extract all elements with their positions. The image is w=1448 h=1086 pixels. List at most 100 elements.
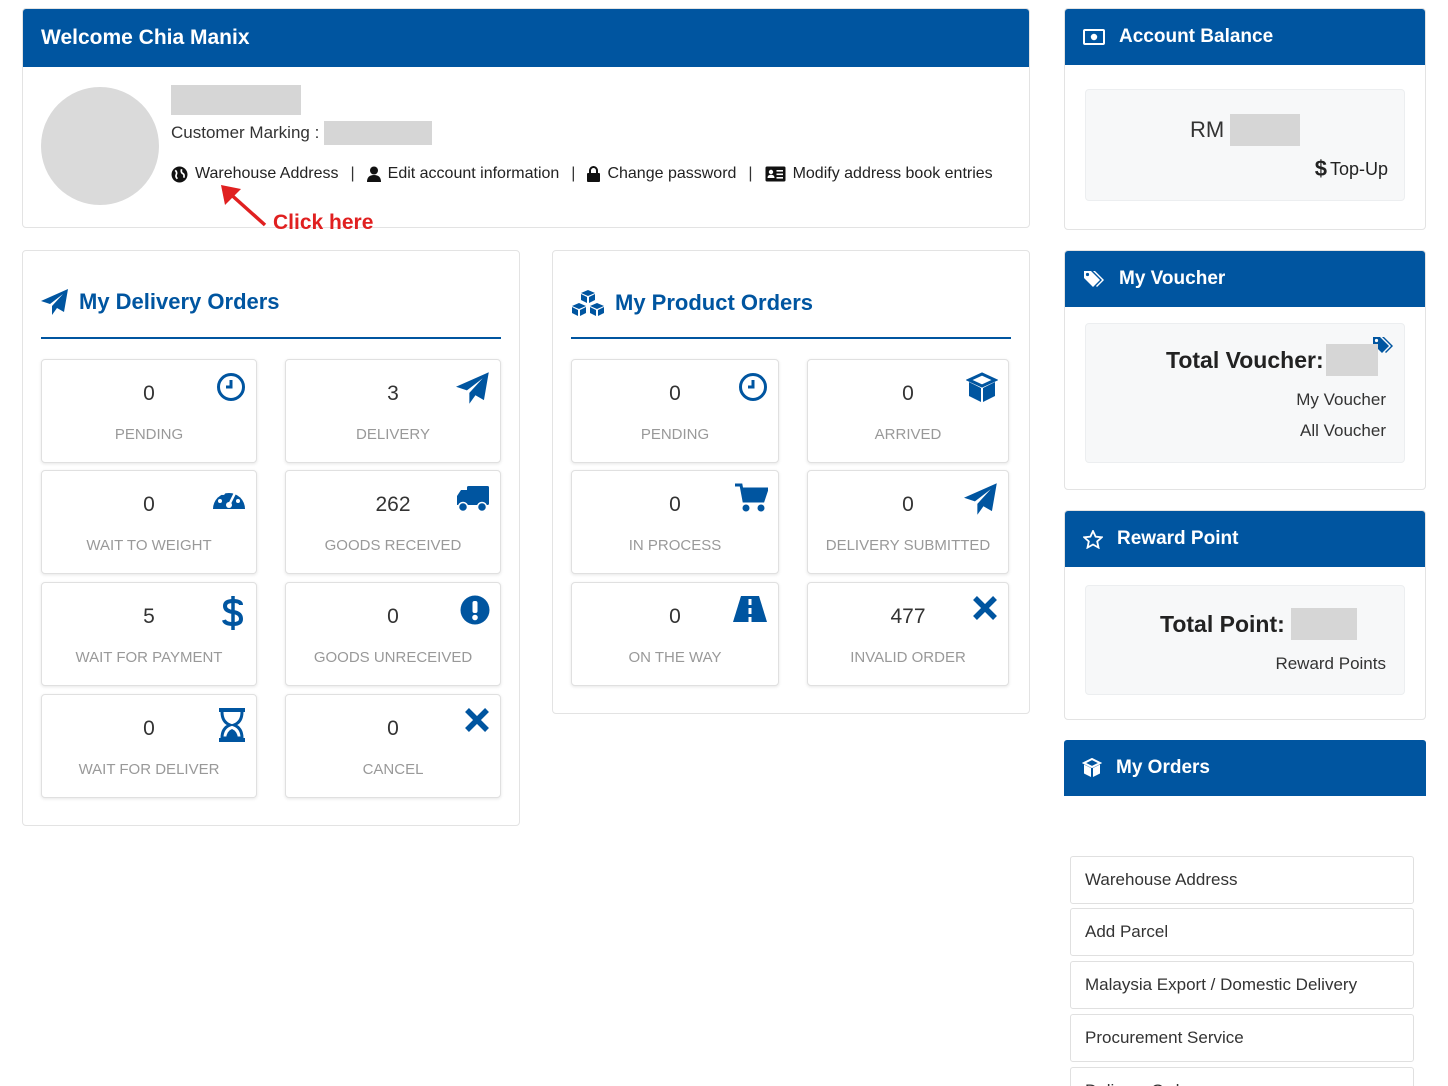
order-link-add-parcel[interactable]: Add Parcel [1070, 908, 1414, 956]
edit-account-link[interactable]: Edit account information [366, 165, 560, 183]
delivery-orders-title: My Delivery Orders [79, 289, 280, 314]
section-divider [41, 337, 501, 339]
card-label: ON THE WAY [628, 649, 722, 666]
card-label: WAIT FOR PAYMENT [75, 649, 223, 666]
product-card-on-the-way[interactable]: 0 ON THE WAY [571, 582, 779, 686]
card-label: ARRIVED [874, 426, 942, 443]
user-icon [366, 166, 381, 182]
card-label: WAIT TO WEIGHT [86, 537, 212, 554]
card-label: IN PROCESS [628, 537, 722, 554]
section-divider [571, 337, 1011, 339]
tags-icon [1084, 271, 1104, 287]
product-card-invalid-order[interactable]: 477 INVALID ORDER [807, 582, 1009, 686]
clock-icon [739, 373, 767, 401]
voucher-title: My Voucher [1119, 268, 1226, 289]
account-balance-panel: Account Balance RM $ Top-Up [1064, 8, 1426, 230]
link-separator: | [571, 165, 576, 182]
cart-icon [735, 483, 768, 512]
my-orders-header: My Orders [1064, 740, 1426, 796]
lock-icon [587, 166, 601, 182]
total-point-redacted [1290, 608, 1357, 640]
x-icon [973, 596, 997, 620]
delivery-orders-heading: My Delivery Orders [41, 289, 280, 315]
product-card-in-process[interactable]: 0 IN PROCESS [571, 470, 779, 574]
account-balance-header: Account Balance [1065, 9, 1425, 65]
link-separator: | [350, 165, 355, 182]
delivery-card-goods-unreceived[interactable]: 0 GOODS UNRECEIVED [285, 582, 501, 686]
order-link-procurement[interactable]: Procurement Service [1070, 1014, 1414, 1062]
delivery-card-wait-for-deliver[interactable]: 0 WAIT FOR DELIVER [41, 694, 257, 798]
star-icon [1083, 529, 1103, 549]
reward-box: Total Point: Reward Points [1085, 585, 1405, 695]
card-label: PENDING [114, 426, 184, 443]
exclamation-icon [460, 595, 490, 625]
dollar-icon [222, 596, 244, 630]
warehouse-address-label: Warehouse Address [195, 165, 339, 182]
account-links: Warehouse Address | Edit account informa… [171, 165, 993, 183]
hourglass-icon [219, 708, 245, 742]
product-card-pending[interactable]: 0 PENDING [571, 359, 779, 463]
modify-address-book-link[interactable]: Modify address book entries [765, 165, 993, 183]
customer-marking-label: Customer Marking : [171, 123, 320, 142]
cubes-icon [572, 290, 604, 316]
delivery-card-cancel[interactable]: 0 CANCEL [285, 694, 501, 798]
modify-address-book-label: Modify address book entries [792, 165, 993, 182]
x-icon [465, 708, 489, 732]
delivery-card-goods-received[interactable]: 262 GOODS RECEIVED [285, 470, 501, 574]
delivery-card-delivery[interactable]: 3 DELIVERY [285, 359, 501, 463]
my-orders-panel: My Orders Warehouse Address Add Parcel M… [1064, 740, 1426, 1086]
customer-marking: Customer Marking : [171, 121, 433, 145]
product-orders-title: My Product Orders [615, 290, 814, 315]
globe-icon [171, 166, 188, 182]
welcome-panel: Welcome Chia Manix Customer Marking : Wa… [22, 8, 1030, 234]
order-link-delivery-order[interactable]: Delivery Order [1070, 1067, 1414, 1086]
voucher-header: My Voucher [1065, 251, 1425, 307]
warehouse-address-link[interactable]: Warehouse Address [171, 165, 338, 183]
road-icon [733, 596, 767, 622]
link-separator: | [748, 165, 753, 182]
total-point-label: Total Point: [1160, 610, 1285, 637]
customer-name-redacted [171, 85, 301, 115]
delivery-orders-section: My Delivery Orders 0 PENDING 3 DELIVERY … [22, 250, 520, 826]
order-link-export-delivery[interactable]: Malaysia Export / Domestic Delivery [1070, 961, 1414, 1009]
voucher-panel: My Voucher Total Voucher: My Voucher All… [1064, 250, 1426, 490]
topup-link[interactable]: $ Top-Up [1315, 156, 1388, 182]
truck-icon [457, 486, 489, 513]
box-icon [966, 372, 998, 402]
reward-points-link[interactable]: Reward Points [1275, 654, 1386, 674]
dollar-icon: $ [1314, 156, 1327, 181]
paper-plane-icon [964, 483, 997, 515]
reward-title: Reward Point [1117, 528, 1239, 549]
balance-box: RM $ Top-Up [1085, 89, 1405, 201]
delivery-card-wait-for-payment[interactable]: 5 WAIT FOR PAYMENT [41, 582, 257, 686]
total-voucher-redacted [1325, 344, 1378, 376]
welcome-title: Welcome Chia Manix [23, 9, 1029, 67]
annotation-arrow-icon [221, 185, 267, 227]
order-link-warehouse-address[interactable]: Warehouse Address [1070, 856, 1414, 904]
my-voucher-link[interactable]: My Voucher [1296, 390, 1386, 410]
product-orders-section: My Product Orders 0 PENDING 0 ARRIVED 0 … [552, 250, 1030, 714]
all-voucher-link[interactable]: All Voucher [1300, 421, 1386, 441]
topup-label: Top-Up [1329, 158, 1388, 179]
change-password-link[interactable]: Change password [587, 165, 736, 183]
my-orders-title: My Orders [1116, 757, 1210, 778]
address-card-icon [765, 166, 786, 182]
total-point: Total Point: [1160, 608, 1357, 640]
currency-label: RM [1190, 117, 1225, 142]
customer-marking-redacted [324, 121, 433, 145]
reward-panel: Reward Point Total Point: Reward Points [1064, 510, 1426, 720]
money-bill-icon [1083, 29, 1105, 45]
reward-header: Reward Point [1065, 511, 1425, 567]
card-label: DELIVERY SUBMITTED [825, 537, 991, 554]
edit-account-label: Edit account information [387, 165, 560, 182]
gauge-icon [213, 488, 245, 509]
box-icon [1082, 758, 1102, 777]
card-label: PENDING [640, 426, 710, 443]
product-card-delivery-submitted[interactable]: 0 DELIVERY SUBMITTED [807, 470, 1009, 574]
delivery-card-wait-to-weight[interactable]: 0 WAIT TO WEIGHT [41, 470, 257, 574]
voucher-box: Total Voucher: My Voucher All Voucher [1085, 323, 1405, 463]
balance-amount: RM [1190, 114, 1301, 146]
total-voucher-label: Total Voucher: [1166, 346, 1324, 373]
product-card-arrived[interactable]: 0 ARRIVED [807, 359, 1009, 463]
delivery-card-pending[interactable]: 0 PENDING [41, 359, 257, 463]
